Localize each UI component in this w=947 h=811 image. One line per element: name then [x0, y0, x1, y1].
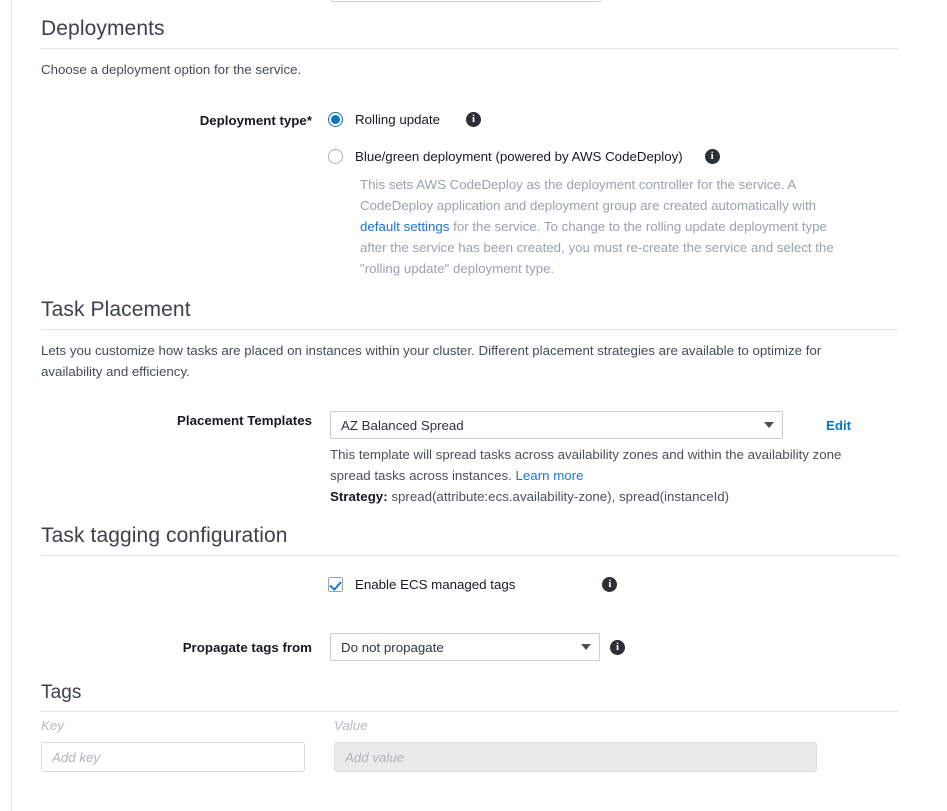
deployments-section-divider [41, 48, 898, 49]
task-tagging-section-divider [41, 555, 898, 556]
clipped-input-above[interactable] [331, 0, 601, 2]
placement-templates-select-value: AZ Balanced Spread [341, 417, 464, 433]
tags-section: Tags [41, 681, 898, 712]
default-settings-link[interactable]: default settings [360, 219, 449, 234]
task-tagging-section: Task tagging configuration [41, 523, 898, 556]
task-tagging-section-title: Task tagging configuration [41, 524, 288, 547]
tags-value-column-label: Value [334, 718, 368, 733]
task-placement-section-description: Lets you customize how tasks are placed … [41, 343, 822, 379]
tag-value-input[interactable] [334, 742, 817, 772]
task-placement-section-divider [41, 329, 898, 330]
propagate-tags-from-select-value: Do not propagate [341, 639, 444, 655]
tags-key-column-label: Key [41, 718, 64, 733]
deployment-type-option-rolling-update[interactable]: Rolling update i [328, 112, 482, 127]
chevron-down-icon [581, 644, 591, 650]
placement-templates-select[interactable]: AZ Balanced Spread [330, 411, 783, 439]
edit-placement-templates-link[interactable]: Edit [826, 418, 851, 433]
propagate-tags-from-select[interactable]: Do not propagate [330, 633, 600, 661]
deployments-section-title: Deployments [41, 17, 165, 40]
placement-template-helper-part1: This template will spread tasks across a… [330, 447, 842, 483]
deployment-type-option-blue-green[interactable]: Blue/green deployment (powered by AWS Co… [328, 149, 720, 164]
tag-key-input[interactable] [41, 742, 305, 772]
learn-more-link[interactable]: Learn more [516, 468, 584, 483]
checkbox-enable-ecs-managed-tags[interactable] [328, 577, 343, 592]
panel-left-divider [11, 0, 12, 811]
placement-strategy-value: spread(attribute:ecs.availability-zone),… [391, 489, 730, 504]
deployment-type-label: Deployment type* [199, 113, 312, 128]
radio-blue-green-deployment[interactable] [328, 149, 343, 164]
chevron-down-icon [764, 422, 774, 428]
radio-blue-green-deployment-label: Blue/green deployment (powered by AWS Co… [355, 149, 683, 164]
enable-ecs-managed-tags-row[interactable]: Enable ECS managed tags i [328, 577, 618, 592]
placement-template-helper-text: This template will spread tasks across a… [330, 444, 875, 507]
info-icon[interactable]: i [602, 577, 618, 592]
tags-section-title: Tags [41, 682, 82, 703]
info-icon[interactable]: i [466, 112, 482, 127]
placement-strategy-line: Strategy: spread(attribute:ecs.availabil… [330, 486, 875, 507]
info-icon[interactable]: i [704, 149, 720, 164]
task-placement-section-title: Task Placement [41, 298, 191, 321]
task-placement-section: Task Placement Lets you customize how ta… [41, 297, 898, 382]
propagate-tags-from-label: Propagate tags from [182, 640, 312, 655]
info-icon[interactable]: i [610, 640, 625, 655]
deployments-section-description: Choose a deployment option for the servi… [41, 62, 302, 77]
placement-templates-label: Placement Templates [177, 413, 312, 428]
radio-rolling-update-label: Rolling update [355, 112, 441, 127]
enable-ecs-managed-tags-label: Enable ECS managed tags [355, 577, 516, 592]
blue-green-help-text: This sets AWS CodeDeploy as the deployme… [360, 174, 840, 279]
deployments-section: Deployments Choose a deployment option f… [41, 16, 898, 80]
radio-rolling-update[interactable] [328, 112, 343, 127]
service-configuration-page: Deployments Choose a deployment option f… [0, 0, 947, 811]
tags-section-divider [41, 711, 898, 712]
placement-strategy-label: Strategy: [330, 489, 388, 504]
blue-green-help-text-part1: This sets AWS CodeDeploy as the deployme… [360, 177, 817, 213]
